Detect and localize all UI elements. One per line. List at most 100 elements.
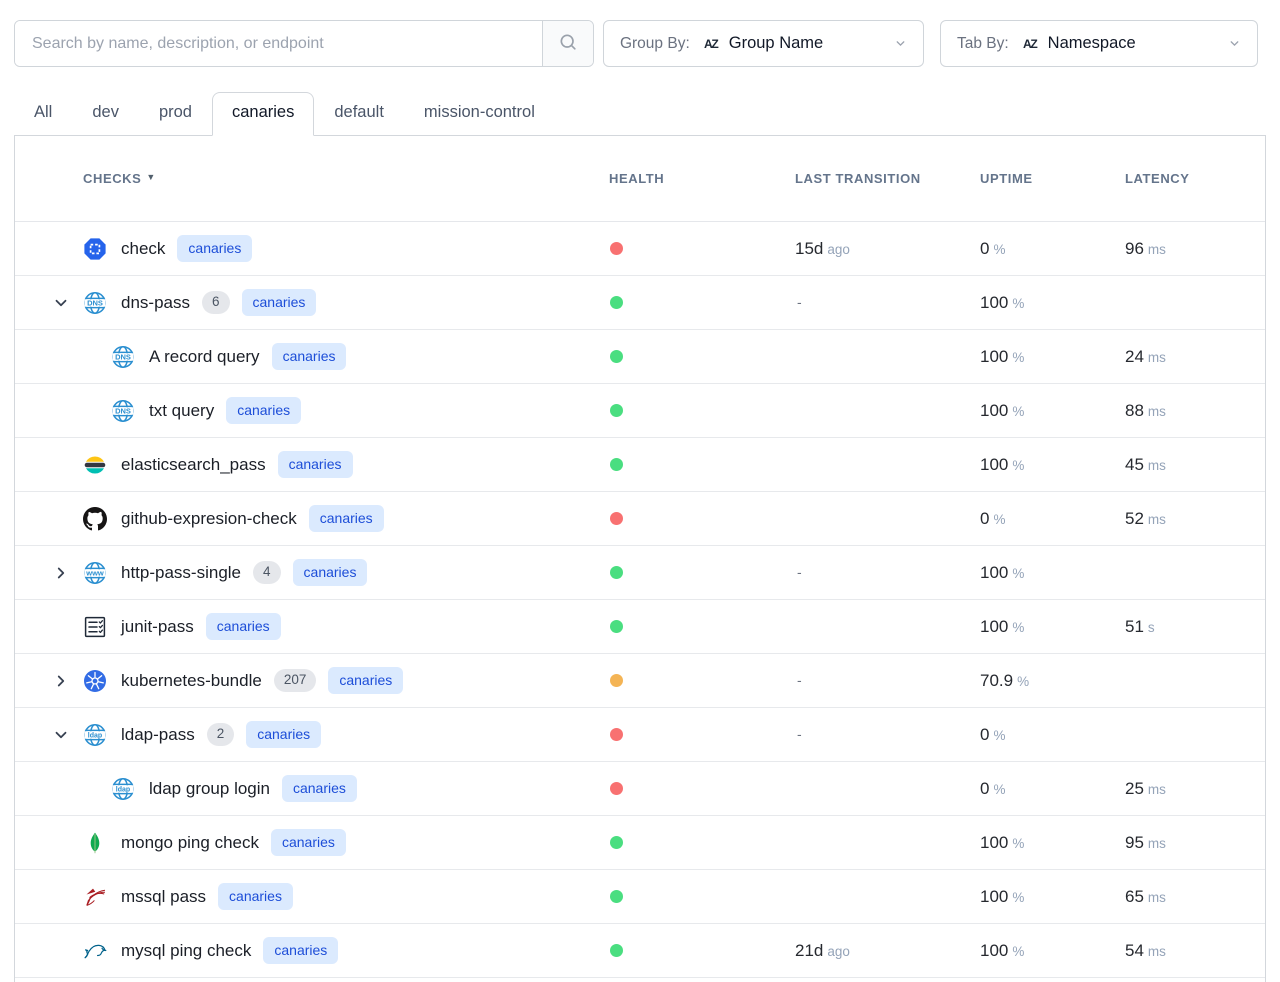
column-header-last-transition: LAST TRANSITION bbox=[795, 171, 980, 186]
table-row[interactable]: DNSA record querycanaries100%24ms bbox=[15, 330, 1265, 384]
health-dot bbox=[610, 296, 623, 309]
tab-prod[interactable]: prod bbox=[139, 92, 212, 135]
chevron-spacer bbox=[49, 939, 73, 963]
group-by-select[interactable]: Group By: AZ Group Name bbox=[603, 20, 924, 67]
check-name: mysql ping check bbox=[121, 941, 251, 961]
latency-unit: ms bbox=[1148, 458, 1166, 473]
latency-value: 88 bbox=[1125, 401, 1144, 420]
namespace-badge: canaries bbox=[278, 451, 353, 477]
latency-cell: 52ms bbox=[1125, 509, 1265, 529]
uptime-cell: 100% bbox=[980, 401, 1125, 421]
check-count: 207 bbox=[274, 669, 317, 691]
namespace-badge: canaries bbox=[328, 667, 403, 693]
namespace-badge: canaries bbox=[271, 829, 346, 855]
search-input[interactable] bbox=[15, 21, 542, 66]
health-cell bbox=[609, 458, 795, 471]
search-button[interactable] bbox=[542, 21, 593, 66]
dns-icon: DNS bbox=[83, 291, 107, 315]
table-row[interactable]: kubernetes-bundle207canaries-70.9% bbox=[15, 654, 1265, 708]
check-name: check bbox=[121, 239, 165, 259]
uptime-cell: 100% bbox=[980, 563, 1125, 583]
namespace-badge: canaries bbox=[218, 883, 293, 909]
health-cell bbox=[609, 836, 795, 849]
health-cell bbox=[609, 944, 795, 957]
sort-az-icon: AZ bbox=[704, 36, 723, 51]
chevron-down-icon bbox=[894, 37, 907, 50]
uptime-value: 0 bbox=[980, 239, 989, 258]
sort-az-icon: AZ bbox=[1023, 36, 1042, 51]
uptime-value: 100 bbox=[980, 617, 1008, 636]
search-icon bbox=[558, 32, 578, 55]
health-cell bbox=[609, 242, 795, 255]
column-header-checks[interactable]: CHECKS▼ bbox=[15, 171, 609, 186]
health-cell bbox=[609, 404, 795, 417]
table-row[interactable]: ldapldap group logincanaries0%25ms bbox=[15, 762, 1265, 816]
latency-unit: ms bbox=[1148, 404, 1166, 419]
tab-All[interactable]: All bbox=[14, 92, 72, 135]
latency-cell: 24ms bbox=[1125, 347, 1265, 367]
table-row[interactable]: junit-passcanaries100%51s bbox=[15, 600, 1265, 654]
tab-by-select[interactable]: Tab By: AZ Namespace bbox=[940, 20, 1258, 67]
table-row[interactable]: elasticsearch_passcanaries100%45ms bbox=[15, 438, 1265, 492]
table-row[interactable]: wwwhttp-pass-single4canaries-100% bbox=[15, 546, 1265, 600]
latency-value: 25 bbox=[1125, 779, 1144, 798]
last-transition-dash: - bbox=[795, 726, 802, 742]
uptime-unit: % bbox=[993, 512, 1005, 527]
table-row[interactable]: ldapldap-pass2canaries-0% bbox=[15, 708, 1265, 762]
elasticsearch-icon bbox=[83, 453, 107, 477]
uptime-unit: % bbox=[1012, 620, 1024, 635]
check-name: kubernetes-bundle bbox=[121, 671, 262, 691]
last-transition-dash: - bbox=[795, 294, 802, 310]
health-dot bbox=[610, 350, 623, 363]
table-row[interactable]: mssql passcanaries100%65ms bbox=[15, 870, 1265, 924]
namespace-badge: canaries bbox=[309, 505, 384, 531]
chevron-right-icon[interactable] bbox=[49, 669, 73, 693]
latency-value: 51 bbox=[1125, 617, 1144, 636]
uptime-value: 100 bbox=[980, 455, 1008, 474]
table-row[interactable]: mongo ping checkcanaries100%95ms bbox=[15, 816, 1265, 870]
table-row[interactable]: github-expresion-checkcanaries0%52ms bbox=[15, 492, 1265, 546]
table-row[interactable]: DNStxt querycanaries100%88ms bbox=[15, 384, 1265, 438]
table-row-partial bbox=[15, 978, 1265, 982]
tab-mission-control[interactable]: mission-control bbox=[404, 92, 555, 135]
latency-value: 45 bbox=[1125, 455, 1144, 474]
tab-dev[interactable]: dev bbox=[72, 92, 139, 135]
namespace-badge: canaries bbox=[242, 289, 317, 315]
latency-unit: s bbox=[1148, 620, 1155, 635]
latency-cell: 25ms bbox=[1125, 779, 1265, 799]
chevron-down-icon[interactable] bbox=[49, 723, 73, 747]
health-cell bbox=[609, 566, 795, 579]
health-dot bbox=[610, 836, 623, 849]
health-cell bbox=[609, 512, 795, 525]
uptime-unit: % bbox=[1012, 350, 1024, 365]
check-cell: mongo ping checkcanaries bbox=[15, 829, 609, 855]
table-row[interactable]: mysql ping checkcanaries21dago100%54ms bbox=[15, 924, 1265, 978]
chevron-right-icon[interactable] bbox=[49, 561, 73, 585]
chevron-spacer bbox=[49, 507, 73, 531]
svg-text:DNS: DNS bbox=[115, 352, 131, 361]
latency-cell: 54ms bbox=[1125, 941, 1265, 961]
uptime-value: 100 bbox=[980, 887, 1008, 906]
check-name: mssql pass bbox=[121, 887, 206, 907]
chevron-down-icon[interactable] bbox=[49, 291, 73, 315]
health-dot bbox=[610, 782, 623, 795]
uptime-value: 100 bbox=[980, 563, 1008, 582]
svg-text:ldap: ldap bbox=[88, 732, 102, 739]
latency-cell: 51 s bbox=[1125, 617, 1265, 637]
table-row[interactable]: checkcanaries15dago0%96ms bbox=[15, 222, 1265, 276]
table-row[interactable]: DNSdns-pass6canaries-100% bbox=[15, 276, 1265, 330]
tab-canaries[interactable]: canaries bbox=[212, 92, 314, 136]
latency-unit: ms bbox=[1148, 512, 1166, 527]
tab-default[interactable]: default bbox=[314, 92, 404, 135]
latency-value: 54 bbox=[1125, 941, 1144, 960]
uptime-value: 100 bbox=[980, 401, 1008, 420]
namespace-badge: canaries bbox=[293, 559, 368, 585]
github-icon bbox=[83, 507, 107, 531]
check-cell: elasticsearch_passcanaries bbox=[15, 451, 609, 477]
latency-cell: 45 ms bbox=[1125, 455, 1265, 475]
latency-value: 24 bbox=[1125, 347, 1144, 366]
latency-cell: 95ms bbox=[1125, 833, 1265, 853]
group-by-value: Group Name bbox=[729, 34, 823, 53]
chevron-spacer bbox=[49, 831, 73, 855]
column-header-uptime: UPTIME bbox=[980, 171, 1125, 186]
